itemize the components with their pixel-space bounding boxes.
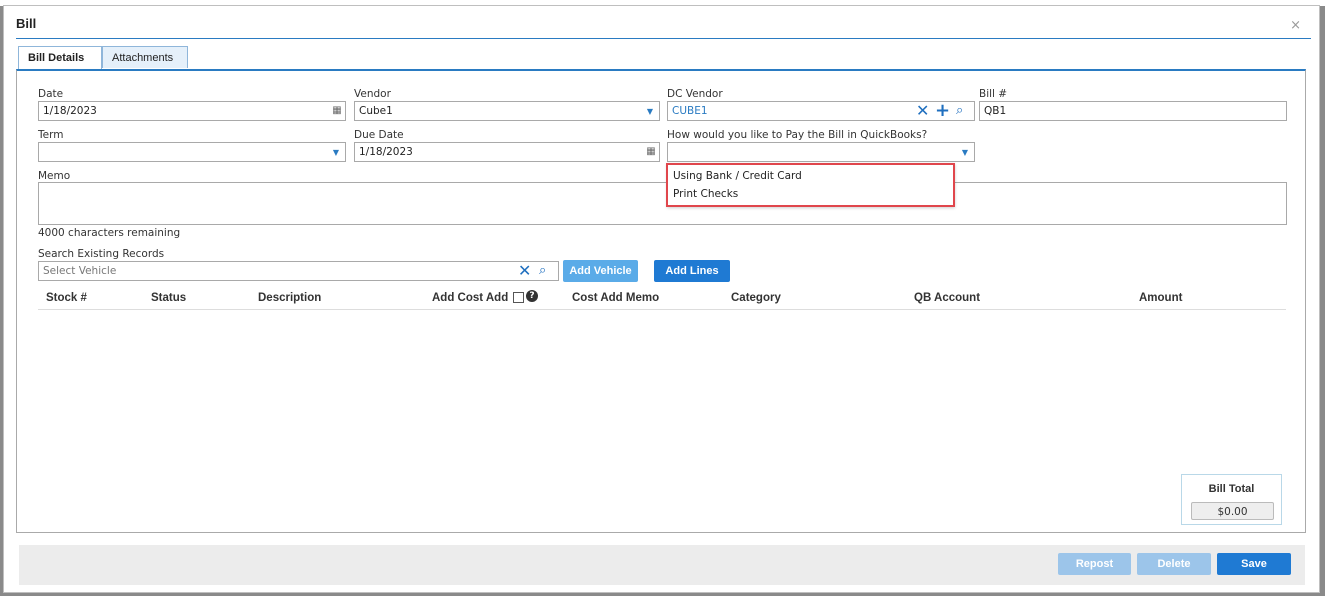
col-status: Status: [151, 292, 187, 304]
search-records-label: Search Existing Records: [38, 248, 165, 260]
due-date-value: 1/18/2023: [359, 146, 413, 158]
title-divider: [16, 38, 1311, 39]
bill-details-panel: [16, 69, 1306, 533]
memo-remaining: 4000 characters remaining: [38, 227, 181, 239]
dialog-title: Bill: [16, 16, 37, 31]
term-select[interactable]: ▼: [38, 142, 346, 162]
add-cost-checkbox[interactable]: [513, 292, 524, 303]
due-date-label: Due Date: [354, 129, 404, 141]
tab-bill-details[interactable]: Bill Details: [18, 46, 102, 71]
add-vehicle-button[interactable]: Add Vehicle: [563, 260, 638, 282]
col-cost-add-memo: Cost Add Memo: [572, 292, 660, 304]
pay-method-dropdown: Using Bank / Credit Card Print Checks: [667, 163, 955, 207]
pay-method-label: How would you like to Pay the Bill in Qu…: [667, 129, 928, 141]
clear-x-icon[interactable]: ✕: [916, 103, 929, 119]
due-date-field[interactable]: 1/18/2023 ▦: [354, 142, 660, 162]
col-description: Description: [258, 292, 322, 304]
save-button[interactable]: Save: [1217, 553, 1291, 575]
dc-vendor-field[interactable]: CUBE1 ✕ + ⌕: [667, 101, 975, 121]
bill-number-value: QB1: [984, 105, 1007, 117]
col-qb-account: QB Account: [914, 292, 981, 304]
chevron-down-icon: ▼: [646, 107, 653, 116]
calendar-icon[interactable]: ▦: [645, 146, 657, 158]
date-label: Date: [38, 88, 64, 100]
chevron-down-icon: ▼: [332, 148, 339, 157]
vendor-select[interactable]: Cube1 ▼: [354, 101, 660, 121]
delete-button[interactable]: Delete: [1137, 553, 1211, 575]
pay-method-select[interactable]: ▼: [667, 142, 975, 162]
vendor-label: Vendor: [354, 88, 391, 100]
close-icon[interactable]: ×: [1290, 18, 1301, 33]
search-icon[interactable]: ⌕: [539, 264, 546, 278]
col-amount: Amount: [1139, 292, 1183, 304]
bill-number-label: Bill #: [979, 88, 1008, 100]
memo-textarea[interactable]: [38, 182, 1287, 225]
vehicle-search-placeholder: Select Vehicle: [43, 265, 117, 277]
help-icon[interactable]: ?: [526, 290, 538, 302]
table-header-divider: [38, 309, 1286, 310]
dc-vendor-label: DC Vendor: [667, 88, 723, 100]
bill-total-box: Bill Total $0.00: [1181, 474, 1282, 525]
col-stock: Stock #: [46, 292, 87, 304]
dc-vendor-value: CUBE1: [672, 105, 708, 117]
search-icon[interactable]: ⌕: [956, 104, 963, 118]
chevron-down-icon: ▼: [961, 148, 968, 157]
col-add-cost-add: Add Cost Add: [432, 292, 509, 304]
tab-attachments[interactable]: Attachments: [102, 46, 188, 68]
plus-icon[interactable]: +: [935, 102, 950, 120]
clear-x-icon[interactable]: ✕: [518, 263, 531, 279]
add-lines-button[interactable]: Add Lines: [654, 260, 730, 282]
vendor-value: Cube1: [359, 105, 393, 117]
bill-total-value: $0.00: [1191, 502, 1274, 520]
vehicle-search-input[interactable]: Select Vehicle ✕ ⌕: [38, 261, 559, 281]
date-field[interactable]: 1/18/2023 ▦: [38, 101, 346, 121]
memo-label: Memo: [38, 170, 71, 182]
repost-button[interactable]: Repost: [1058, 553, 1131, 575]
calendar-icon[interactable]: ▦: [331, 105, 343, 117]
term-label: Term: [38, 129, 64, 141]
col-category: Category: [731, 292, 781, 304]
date-value: 1/18/2023: [43, 105, 97, 117]
bill-number-field[interactable]: QB1: [979, 101, 1287, 121]
bill-total-label: Bill Total: [1208, 483, 1255, 495]
option-print-checks[interactable]: Print Checks: [673, 188, 738, 200]
option-bank-credit-card[interactable]: Using Bank / Credit Card: [673, 170, 802, 182]
